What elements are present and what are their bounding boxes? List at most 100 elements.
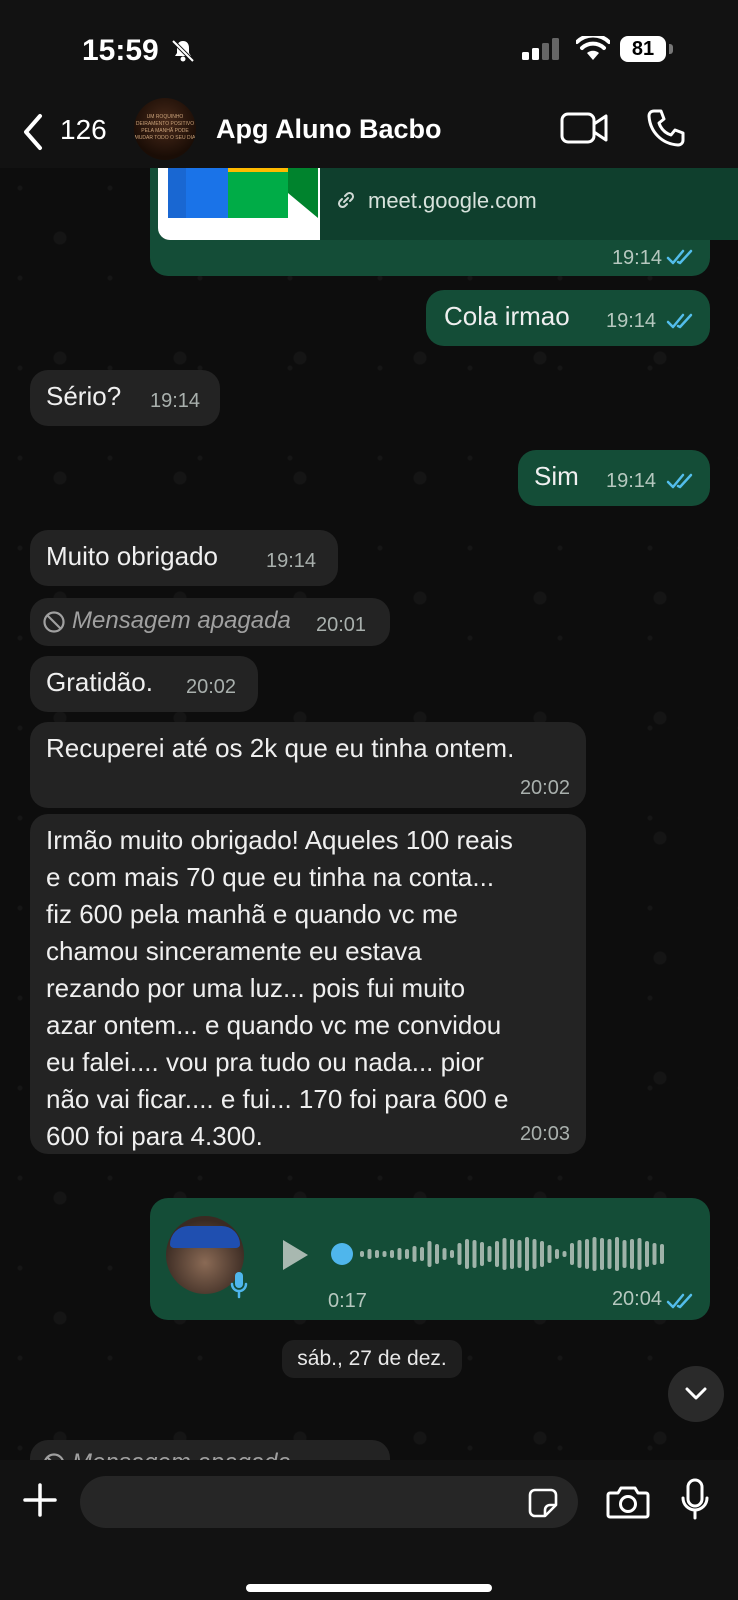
scroll-to-bottom-button[interactable] <box>668 1366 724 1422</box>
waveform-bar <box>660 1244 664 1264</box>
message-line: e com mais 70 que eu tinha na conta... <box>46 862 495 892</box>
back-chevron-icon[interactable] <box>20 110 46 154</box>
battery-nub <box>669 44 673 54</box>
message-line: fiz 600 pela manhã e quando vc me <box>46 899 458 929</box>
waveform-bar <box>585 1239 589 1269</box>
cap-shape <box>170 1226 240 1248</box>
message-outgoing[interactable]: Sim 19:14 <box>518 450 710 506</box>
waveform-bar <box>472 1240 477 1268</box>
message-time: 20:02 <box>186 676 237 698</box>
waveform-bar <box>547 1245 552 1263</box>
link-info[interactable]: meet.google.com <box>320 168 738 240</box>
message-time: 19:14 <box>150 390 201 412</box>
waveform-bar <box>645 1241 649 1267</box>
chat-area[interactable]: meet.google.com 19:14 Cola irmao 19:14 S… <box>0 168 738 1460</box>
avatar-text: UM ROQUINHO DEIRAMENTO POSITIVO PELA MAN… <box>134 114 196 141</box>
message-incoming[interactable]: Gratidão. 20:02 <box>30 656 258 712</box>
message-line: não vai ficar.... e fui... 170 foi para … <box>46 1084 509 1114</box>
waveform-bar <box>382 1251 387 1257</box>
waveform-bar <box>487 1246 492 1262</box>
message-line: chamou sinceramente eu estava <box>46 936 422 966</box>
date-separator: sáb., 27 de dez. <box>282 1340 462 1378</box>
message-incoming[interactable]: Recuperei até os 2k que eu tinha ontem. … <box>30 722 586 808</box>
voice-duration: 0:17 <box>328 1290 367 1312</box>
message-text: Irmão muito obrigado! Aqueles 100 reais … <box>46 822 513 1155</box>
message-text: Recuperei até os 2k que eu tinha ontem. <box>46 733 515 763</box>
waveform-bar <box>435 1244 439 1264</box>
waveform-bar <box>652 1243 657 1265</box>
link-url[interactable]: meet.google.com <box>368 188 537 214</box>
waveform-bar <box>637 1238 642 1270</box>
unread-count[interactable]: 126 <box>60 114 107 146</box>
input-bar <box>0 1460 738 1600</box>
waveform-bar <box>502 1238 507 1270</box>
waveform-bar <box>412 1246 417 1262</box>
waveform-bar <box>562 1251 567 1257</box>
home-indicator <box>246 1584 492 1592</box>
message-time: 19:14 <box>266 550 317 572</box>
waveform-bar <box>405 1249 409 1259</box>
waveform-bar <box>397 1248 402 1260</box>
mic-icon[interactable] <box>680 1478 710 1522</box>
mic-icon <box>230 1272 248 1299</box>
bell-slash-icon <box>171 39 195 63</box>
waveform-bar <box>592 1237 597 1271</box>
waveform-bar <box>525 1237 529 1271</box>
wifi-icon <box>576 36 610 60</box>
message-incoming[interactable]: Irmão muito obrigado! Aqueles 100 reais … <box>30 814 586 1154</box>
message-time: 20:03 <box>519 1123 570 1145</box>
waveform-bar <box>427 1241 432 1267</box>
message-voice[interactable]: 0:17 20:04 <box>150 1198 710 1320</box>
waveform-bar <box>442 1248 447 1260</box>
message-time: 20:04 <box>611 1288 662 1310</box>
double-check-icon <box>666 249 693 265</box>
message-link-preview[interactable]: meet.google.com 19:14 <box>150 168 738 276</box>
message-deleted[interactable]: Mensagem apagada 20:01 <box>30 598 390 646</box>
waveform-bar <box>607 1239 612 1269</box>
waveform-bar <box>615 1237 619 1271</box>
message-text: Gratidão. <box>46 667 153 697</box>
camera-icon[interactable] <box>606 1484 650 1520</box>
message-input[interactable] <box>80 1476 578 1528</box>
video-call-icon[interactable] <box>560 110 608 146</box>
message-outgoing[interactable]: Cola irmao 19:14 <box>426 290 710 346</box>
waveform-bar <box>420 1247 424 1261</box>
message-text: Sim <box>534 461 579 491</box>
google-meet-thumbnail <box>158 168 320 240</box>
waveform-bar <box>495 1241 499 1267</box>
waveform-bar <box>450 1250 454 1258</box>
play-icon[interactable] <box>280 1238 310 1272</box>
waveform-bar <box>517 1240 522 1268</box>
waveform-bar <box>390 1250 394 1258</box>
battery-icon: 81 <box>620 36 666 62</box>
waveform-bar <box>555 1249 559 1259</box>
message-incoming[interactable]: Sério? 19:14 <box>30 370 220 426</box>
status-bar: 15:59 81 <box>0 0 738 100</box>
message-incoming[interactable]: Muito obrigado 19:14 <box>30 530 338 586</box>
chat-header: 126 UM ROQUINHO DEIRAMENTO POSITIVO PELA… <box>0 98 738 168</box>
waveform-bar <box>630 1239 634 1269</box>
chat-title[interactable]: Apg Aluno Bacbo <box>216 114 441 145</box>
message-line: azar ontem... e quando vc me convidou <box>46 1010 502 1040</box>
message-time: 19:14 <box>611 247 662 269</box>
plus-icon[interactable] <box>22 1482 58 1518</box>
message-line: Irmão muito obrigado! Aqueles 100 reais <box>46 825 513 855</box>
message-time: 19:14 <box>606 470 657 492</box>
message-deleted[interactable]: Mensagem apagada <box>30 1440 390 1460</box>
waveform-bar <box>577 1240 582 1268</box>
phone-icon[interactable] <box>646 108 686 148</box>
waveform-bar <box>367 1249 372 1259</box>
avatar[interactable]: UM ROQUINHO DEIRAMENTO POSITIVO PELA MAN… <box>134 98 196 160</box>
waveform-bar <box>622 1240 627 1268</box>
waveform[interactable] <box>330 1228 690 1280</box>
deleted-text: Mensagem apagada <box>72 607 291 634</box>
waveform-bar <box>600 1238 604 1270</box>
link-icon <box>337 191 355 209</box>
message-text: Muito obrigado <box>46 541 218 571</box>
waveform-bar <box>480 1242 484 1266</box>
double-check-icon <box>666 1293 693 1309</box>
message-time: 19:14 <box>606 310 657 332</box>
waveform-bar <box>570 1243 574 1265</box>
waveform-bar <box>510 1239 514 1269</box>
sticker-icon[interactable] <box>528 1488 558 1518</box>
